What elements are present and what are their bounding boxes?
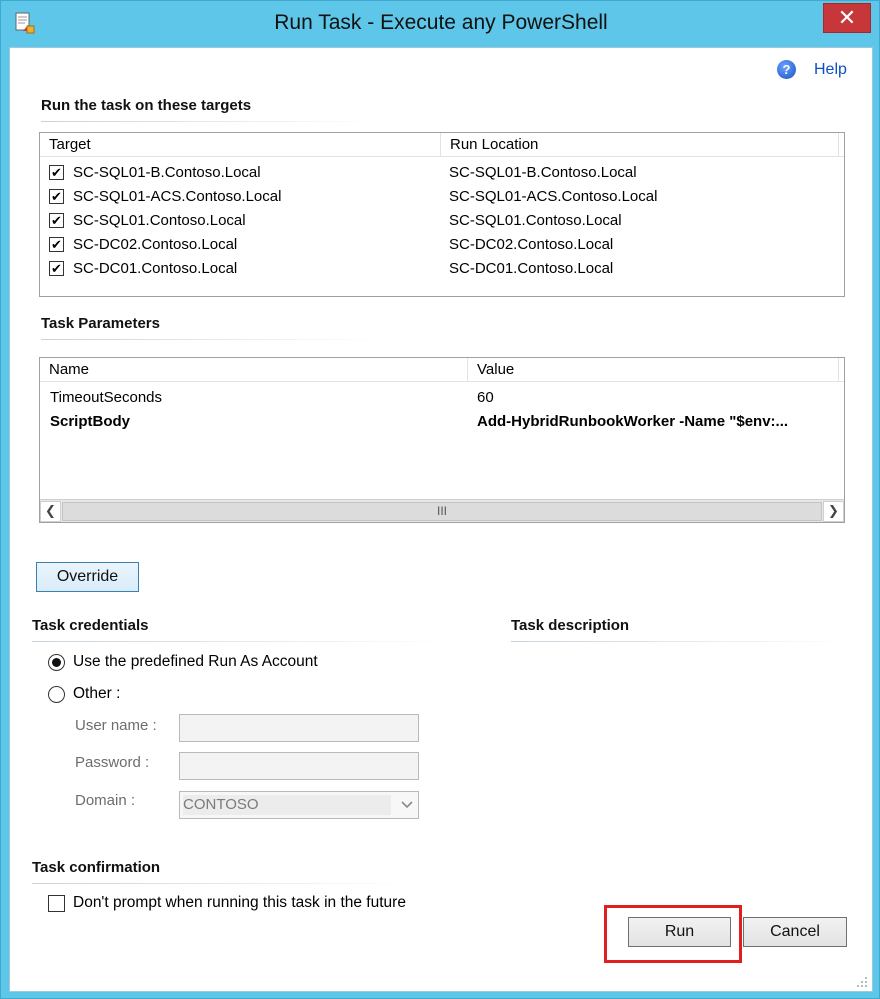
radio-other-label: Other : bbox=[73, 685, 121, 702]
parameter-row[interactable]: ScriptBody Add-HybridRunbookWorker -Name… bbox=[40, 409, 844, 433]
target-name: SC-SQL01.Contoso.Local bbox=[73, 211, 246, 229]
domain-value: CONTOSO bbox=[183, 795, 391, 815]
dialog-body: ? Help Run the task on these targets Tar… bbox=[9, 47, 873, 992]
parameters-list[interactable]: Name Value TimeoutSeconds 60 ScriptBody … bbox=[39, 357, 845, 523]
targets-list[interactable]: Target Run Location ✔ SC-SQL01-B.Contoso… bbox=[39, 132, 845, 297]
target-checkbox[interactable]: ✔ bbox=[49, 212, 64, 228]
help-link-area[interactable]: ? Help bbox=[777, 60, 847, 79]
checkmark-icon: ✔ bbox=[51, 236, 62, 252]
target-row[interactable]: ✔ SC-DC02.Contoso.Local SC-DC02.Contoso.… bbox=[40, 232, 844, 256]
close-button[interactable]: ✕ bbox=[823, 3, 871, 33]
parameter-value: Add-HybridRunbookWorker -Name "$env:... bbox=[477, 412, 789, 430]
chevron-right-icon: ❯ bbox=[828, 503, 839, 518]
column-value[interactable]: Value bbox=[468, 358, 839, 382]
help-icon[interactable]: ? bbox=[777, 60, 796, 79]
run-location: SC-SQL01-ACS.Contoso.Local bbox=[449, 187, 658, 205]
description-heading: Task description bbox=[511, 617, 630, 634]
run-location: SC-SQL01-B.Contoso.Local bbox=[449, 163, 637, 181]
radio-button[interactable] bbox=[48, 653, 65, 671]
dont-prompt-checkbox[interactable] bbox=[48, 894, 65, 912]
dont-prompt-label: Don't prompt when running this task in t… bbox=[73, 894, 406, 911]
window-title: Run Task - Execute any PowerShell bbox=[274, 11, 608, 34]
username-label: User name : bbox=[75, 717, 157, 734]
run-button[interactable]: Run bbox=[628, 917, 731, 947]
domain-select[interactable]: CONTOSO bbox=[179, 791, 419, 819]
password-label: Password : bbox=[75, 754, 150, 771]
targets-divider bbox=[41, 121, 381, 122]
radio-predefined-label: Use the predefined Run As Account bbox=[73, 653, 318, 670]
dont-prompt-option[interactable]: Don't prompt when running this task in t… bbox=[48, 894, 406, 912]
scroll-left-button[interactable]: ❮ bbox=[40, 500, 61, 522]
checkmark-icon: ✔ bbox=[51, 164, 62, 180]
run-location: SC-DC02.Contoso.Local bbox=[449, 235, 614, 253]
targets-heading: Run the task on these targets bbox=[41, 97, 252, 114]
parameter-row[interactable]: TimeoutSeconds 60 bbox=[40, 385, 844, 409]
credentials-divider bbox=[32, 641, 452, 642]
scroll-thumb[interactable]: III bbox=[62, 501, 822, 521]
username-field[interactable] bbox=[179, 714, 419, 742]
description-divider bbox=[511, 641, 851, 642]
column-run-location[interactable]: Run Location bbox=[441, 133, 839, 157]
checkmark-icon: ✔ bbox=[51, 188, 62, 204]
column-target[interactable]: Target bbox=[40, 133, 441, 157]
parameter-name: TimeoutSeconds bbox=[50, 388, 163, 406]
chevron-down-icon[interactable] bbox=[400, 798, 414, 812]
override-button[interactable]: Override bbox=[36, 562, 139, 592]
checkmark-icon: ✔ bbox=[51, 260, 62, 276]
run-location: SC-SQL01.Contoso.Local bbox=[449, 211, 622, 229]
target-name: SC-SQL01-ACS.Contoso.Local bbox=[73, 187, 282, 205]
credentials-heading: Task credentials bbox=[32, 617, 149, 634]
confirmation-divider bbox=[32, 883, 412, 884]
target-checkbox[interactable]: ✔ bbox=[49, 260, 64, 276]
help-link[interactable]: Help bbox=[814, 61, 847, 79]
target-name: SC-SQL01-B.Contoso.Local bbox=[73, 163, 261, 181]
target-row[interactable]: ✔ SC-SQL01-ACS.Contoso.Local SC-SQL01-AC… bbox=[40, 184, 844, 208]
domain-label: Domain : bbox=[75, 792, 136, 809]
password-field[interactable] bbox=[179, 752, 419, 780]
target-row[interactable]: ✔ SC-SQL01.Contoso.Local SC-SQL01.Contos… bbox=[40, 208, 844, 232]
parameters-list-header: Name Value bbox=[40, 358, 844, 382]
parameter-value: 60 bbox=[477, 388, 494, 406]
target-checkbox[interactable]: ✔ bbox=[49, 164, 64, 180]
target-row[interactable]: ✔ SC-SQL01-B.Contoso.Local SC-SQL01-B.Co… bbox=[40, 160, 844, 184]
parameters-divider bbox=[41, 339, 381, 340]
target-row[interactable]: ✔ SC-DC01.Contoso.Local SC-DC01.Contoso.… bbox=[40, 256, 844, 280]
targets-list-header: Target Run Location bbox=[40, 133, 844, 157]
chevron-left-icon: ❮ bbox=[45, 503, 56, 518]
target-checkbox[interactable]: ✔ bbox=[49, 236, 64, 252]
run-task-dialog: Run Task - Execute any PowerShell ✕ ? He… bbox=[0, 0, 880, 999]
run-location: SC-DC01.Contoso.Local bbox=[449, 259, 614, 277]
target-name: SC-DC02.Contoso.Local bbox=[73, 235, 238, 253]
scroll-right-button[interactable]: ❯ bbox=[823, 500, 844, 522]
target-checkbox[interactable]: ✔ bbox=[49, 188, 64, 204]
confirmation-heading: Task confirmation bbox=[32, 859, 161, 876]
radio-predefined-account[interactable]: Use the predefined Run As Account bbox=[48, 653, 318, 671]
cancel-button[interactable]: Cancel bbox=[743, 917, 847, 947]
target-name: SC-DC01.Contoso.Local bbox=[73, 259, 238, 277]
radio-button[interactable] bbox=[48, 685, 65, 703]
title-bar[interactable]: Run Task - Execute any PowerShell ✕ bbox=[1, 1, 880, 47]
checkmark-icon: ✔ bbox=[51, 212, 62, 228]
radio-other-account[interactable]: Other : bbox=[48, 685, 120, 703]
parameters-heading: Task Parameters bbox=[41, 315, 160, 332]
column-name[interactable]: Name bbox=[40, 358, 468, 382]
horizontal-scrollbar[interactable]: ❮ III ❯ bbox=[40, 499, 844, 522]
resize-grip-icon[interactable] bbox=[856, 975, 868, 987]
scroll-thumb-grip: III bbox=[436, 504, 447, 518]
close-icon: ✕ bbox=[837, 5, 857, 30]
parameter-name: ScriptBody bbox=[50, 412, 131, 430]
